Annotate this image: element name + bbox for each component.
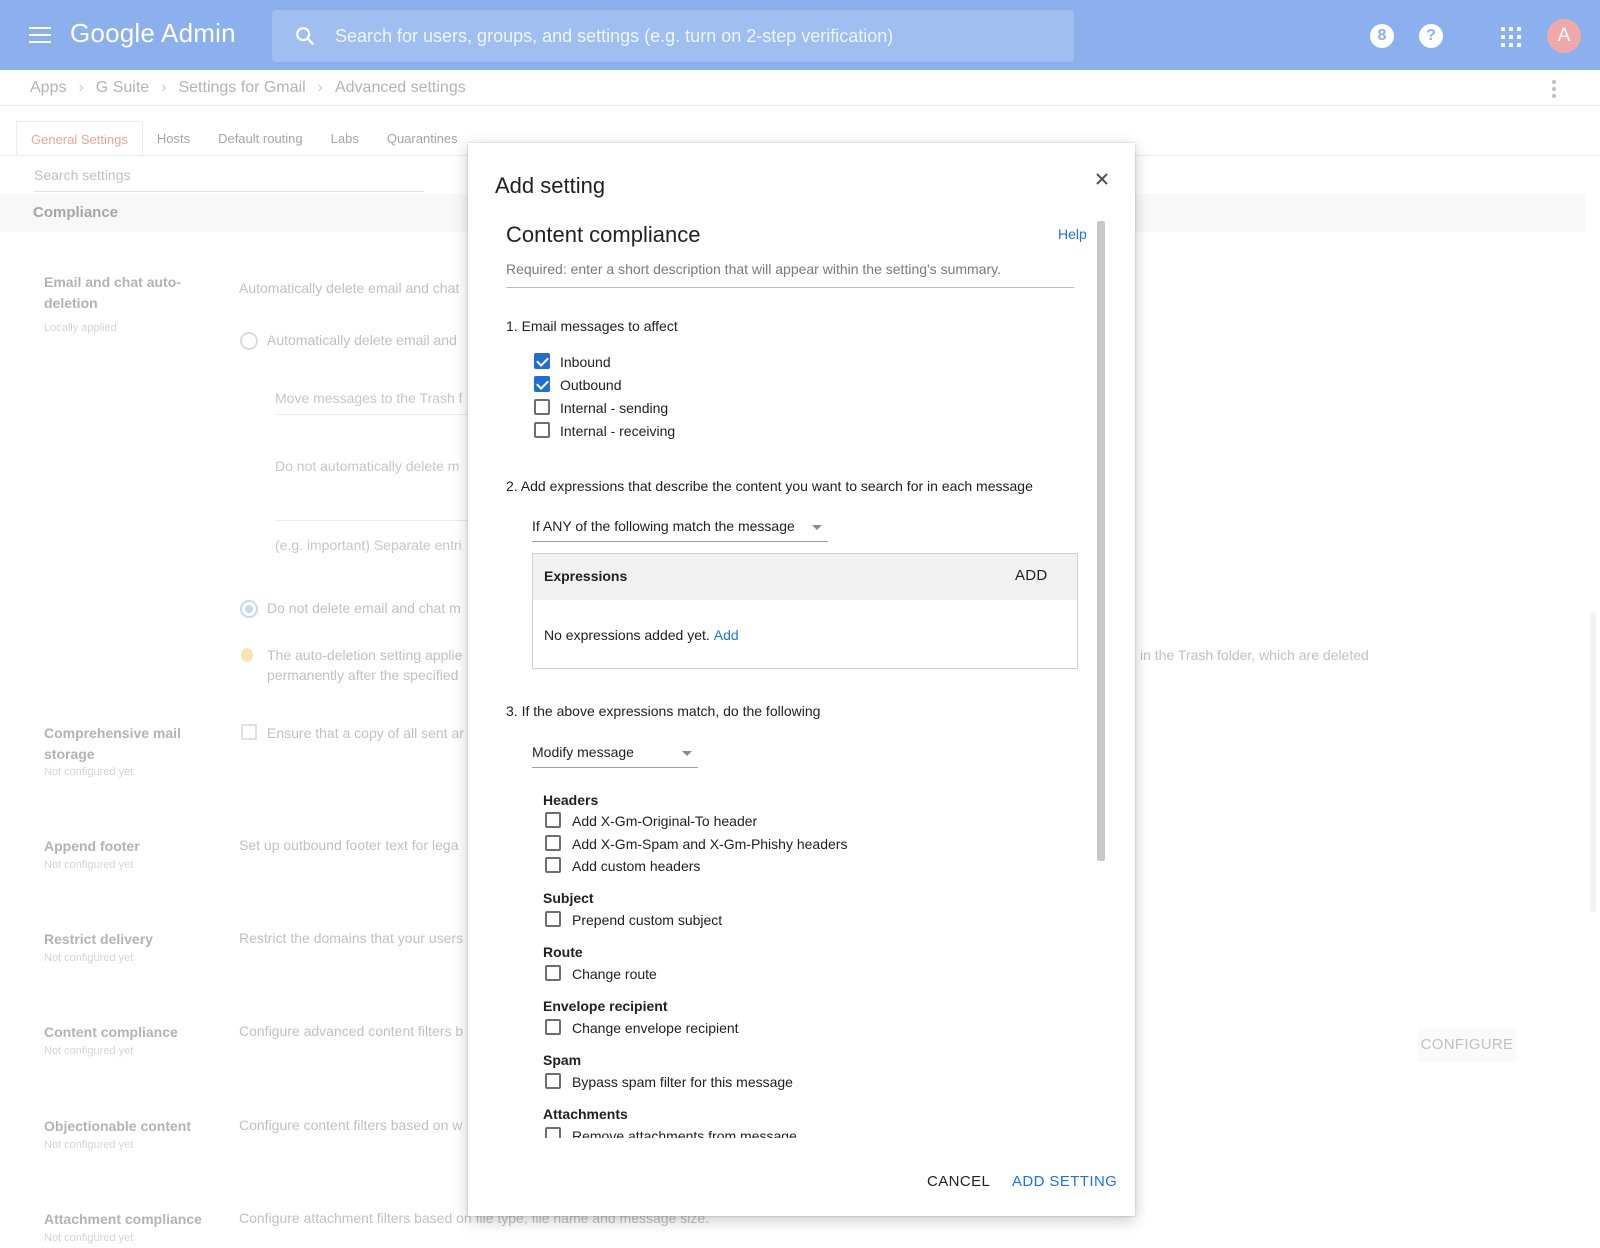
empty-text: No expressions added yet. — [544, 627, 710, 643]
expressions-empty: No expressions added yet. Add — [544, 627, 739, 643]
step-3-label: 3. If the above expressions match, do th… — [506, 703, 821, 719]
checkbox-bypass-spam[interactable] — [545, 1073, 561, 1089]
checkbox-prepend-subject[interactable] — [545, 911, 561, 927]
chevron-down-icon — [812, 525, 822, 530]
dropdown-value: If ANY of the following match the messag… — [532, 518, 795, 534]
checkbox-label: Prepend custom subject — [572, 912, 723, 928]
checkbox-original-to[interactable] — [545, 812, 561, 828]
step-1-label: 1. Email messages to affect — [506, 318, 678, 334]
checkbox-internal-sending[interactable] — [534, 399, 550, 415]
match-mode-dropdown[interactable]: If ANY of the following match the messag… — [532, 512, 828, 542]
group-label-envelope: Envelope recipient — [543, 998, 668, 1014]
checkbox-label: Add custom headers — [572, 858, 701, 874]
checkbox-label: Internal - receiving — [560, 423, 676, 439]
checkbox-label: Add X-Gm-Spam and X-Gm-Phishy headers — [572, 836, 848, 852]
chevron-down-icon — [682, 751, 692, 756]
checkbox-label: Bypass spam filter for this message — [572, 1074, 793, 1090]
group-label-spam: Spam — [543, 1052, 582, 1068]
checkbox-custom-headers[interactable] — [545, 857, 561, 873]
checkbox-inbound[interactable] — [534, 353, 550, 369]
add-setting-button[interactable]: ADD SETTING — [1012, 1173, 1117, 1190]
checkbox-label: Internal - sending — [560, 400, 669, 416]
checkbox-label: Outbound — [560, 377, 622, 393]
dropdown-value: Modify message — [532, 744, 634, 760]
cancel-button[interactable]: CANCEL — [927, 1173, 990, 1190]
checkbox-change-route[interactable] — [545, 965, 561, 981]
checkbox-label: Add X-Gm-Original-To header — [572, 813, 758, 829]
checkbox-outbound[interactable] — [534, 376, 550, 392]
expressions-title: Expressions — [544, 568, 628, 584]
checkbox-label: Inbound — [560, 354, 611, 370]
close-icon[interactable] — [1095, 172, 1109, 186]
checkbox-internal-receiving[interactable] — [534, 422, 550, 438]
checkbox-remove-attachments[interactable] — [545, 1127, 561, 1138]
group-label-route: Route — [543, 944, 583, 960]
help-link[interactable]: Help — [1058, 226, 1087, 242]
add-expression-link[interactable]: Add — [714, 627, 739, 643]
checkbox-spam-phishy[interactable] — [545, 835, 561, 851]
section-title: Content compliance — [506, 222, 701, 247]
checkbox-label: Change envelope recipient — [572, 1020, 739, 1036]
step-2-label: 2. Add expressions that describe the con… — [506, 478, 1033, 494]
checkbox-label: Change route — [572, 966, 657, 982]
action-dropdown[interactable]: Modify message — [532, 738, 698, 768]
checkbox-label: Remove attachments from message — [572, 1128, 797, 1138]
expressions-header: Expressions ADD — [533, 554, 1077, 600]
group-label-subject: Subject — [543, 890, 594, 906]
add-expression-button[interactable]: ADD — [1015, 567, 1048, 584]
dialog-scrollbar[interactable] — [1097, 221, 1105, 861]
expressions-panel: Expressions ADD No expressions added yet… — [532, 553, 1078, 669]
group-label-attachments: Attachments — [543, 1106, 628, 1122]
dialog-scroll-area: Headers Add X-Gm-Original-To header Add … — [468, 780, 1108, 1138]
dialog-title: Add setting — [495, 173, 606, 198]
description-input[interactable]: Required: enter a short description that… — [506, 254, 1074, 288]
checkbox-envelope-recipient[interactable] — [545, 1019, 561, 1035]
group-label-headers: Headers — [543, 792, 599, 808]
